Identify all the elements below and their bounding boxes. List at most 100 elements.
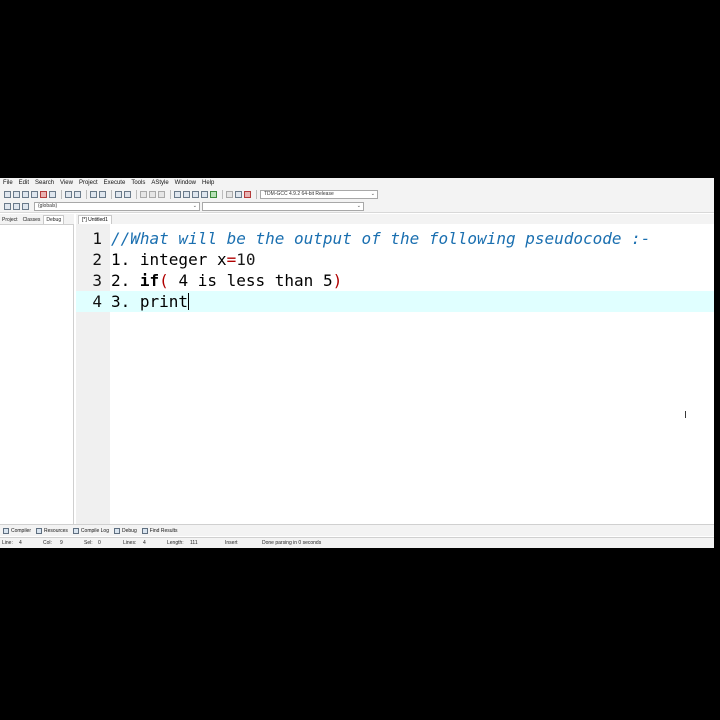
menu-execute[interactable]: Execute [104, 178, 126, 188]
code-content: 3. print [111, 292, 189, 311]
grid-icon [3, 527, 9, 534]
keyword: if [139, 271, 160, 290]
compile-run-icon[interactable] [192, 191, 199, 198]
status-sel-value: 0 [98, 540, 101, 546]
menu-project[interactable]: Project [79, 178, 98, 188]
save-all-icon[interactable] [31, 191, 38, 198]
tab-label: Compile Log [80, 527, 109, 534]
toolbar-separator [222, 190, 223, 199]
tab-label: Find Results [149, 527, 178, 534]
menu-search[interactable]: Search [35, 178, 54, 188]
open-file-icon[interactable] [13, 191, 20, 198]
status-message: Done parsing in 0 seconds [262, 540, 322, 546]
tab-compiler[interactable]: Compiler [3, 527, 32, 534]
back-icon[interactable] [140, 191, 147, 198]
menu-file[interactable]: File [3, 178, 13, 188]
unindent-icon[interactable] [124, 191, 131, 198]
operator: = [226, 250, 237, 269]
syntax-check-icon[interactable] [210, 191, 217, 198]
run-icon[interactable] [183, 191, 190, 198]
undo-icon[interactable] [65, 191, 72, 198]
chevron-down-icon: ⌄ [356, 203, 361, 209]
code-middle: 4 is less than 5 [168, 271, 333, 290]
forward-icon[interactable] [149, 191, 156, 198]
line-number: 4 [92, 292, 102, 311]
stop-icon[interactable] [226, 191, 233, 198]
toolbar-separator [86, 190, 87, 199]
scope-select[interactable]: (globals) ⌄ [34, 202, 200, 211]
replace-icon[interactable] [99, 191, 106, 198]
code-prefix: 1. integer x [111, 250, 227, 269]
tab-compile-log[interactable]: Compile Log [72, 527, 109, 534]
ibeam-cursor-icon: I [684, 410, 687, 421]
main-toolbar: TDM-GCC 4.9.2 64-bit Release ⌄ [0, 188, 714, 201]
code-text: //What will be the output of the followi… [111, 228, 650, 249]
left-panel-tabs: Project Classes Debug [0, 214, 74, 224]
function-select[interactable]: ⌄ [202, 202, 364, 211]
current-code-line[interactable]: 4 3. print [76, 291, 714, 312]
code-text: 3. print [111, 291, 190, 312]
rebuild-icon[interactable] [201, 191, 208, 198]
tab-resources[interactable]: Resources [36, 527, 68, 534]
number-literal: 10 [236, 250, 256, 269]
class-toolbar: (globals) ⌄ ⌄ [0, 201, 714, 213]
compile-icon[interactable] [174, 191, 181, 198]
line-number: 1 [92, 229, 102, 248]
compiler-select[interactable]: TDM-GCC 4.9.2 64-bit Release ⌄ [260, 190, 378, 199]
find-icon[interactable] [90, 191, 97, 198]
status-col-value: 9 [60, 540, 63, 546]
insert-icon[interactable] [4, 203, 11, 210]
tab-classes[interactable]: Classes [21, 216, 43, 224]
tab-find-results[interactable]: Find Results [141, 527, 178, 534]
code-prefix: 2. [111, 271, 140, 290]
menu-view[interactable]: View [60, 178, 73, 188]
tab-project[interactable]: Project [0, 216, 20, 224]
redo-icon[interactable] [74, 191, 81, 198]
menu-edit[interactable]: Edit [19, 178, 29, 188]
status-line-value: 4 [19, 540, 22, 546]
status-bar: Line: 4 Col: 9 Sel: 0 Lines: 4 Length: 1… [0, 537, 714, 548]
close-file-icon[interactable] [40, 191, 47, 198]
goto-bookmark-icon[interactable] [22, 203, 29, 210]
toolbar-separator [61, 190, 62, 199]
menu-help[interactable]: Help [202, 178, 214, 188]
resources-icon [36, 527, 43, 534]
code-line[interactable]: 1 //What will be the output of the follo… [76, 228, 714, 249]
find-icon [141, 527, 148, 534]
debug-icon[interactable] [235, 191, 242, 198]
code-text: 2. if( 4 is less than 5) [111, 270, 342, 291]
bottom-tabs: Compiler Resources Compile Log Debug Fin… [0, 524, 714, 536]
toolbar-separator [170, 190, 171, 199]
tab-untitled1[interactable]: [*] Untitled1 [78, 215, 112, 224]
status-length-value: 111 [190, 540, 198, 546]
code-text: 1. integer x=10 [111, 249, 256, 270]
menu-bar: File Edit Search View Project Execute To… [0, 178, 714, 188]
toggle-bookmark-icon[interactable] [13, 203, 20, 210]
toolbar-separator [136, 190, 137, 199]
tab-debug-output[interactable]: Debug [114, 527, 137, 534]
menu-tools[interactable]: Tools [131, 178, 145, 188]
left-panel [0, 224, 74, 524]
code-line[interactable]: 2 1. integer x=10 [76, 249, 714, 270]
tab-label: Compiler [11, 527, 32, 534]
status-lines-label: Lines: [123, 540, 137, 546]
profile-icon[interactable] [244, 191, 251, 198]
editor-tab-bar: [*] Untitled1 [76, 214, 714, 224]
code-line[interactable]: 3 2. if( 4 is less than 5) [76, 270, 714, 291]
status-mode: Insert [225, 540, 238, 546]
code-editor[interactable]: 1 //What will be the output of the follo… [76, 224, 714, 524]
print-icon[interactable] [49, 191, 56, 198]
indent-icon[interactable] [115, 191, 122, 198]
tab-label: Resources [44, 527, 68, 534]
status-col-label: Col: [43, 540, 52, 546]
paren-close: ) [332, 271, 343, 290]
menu-astyle[interactable]: AStyle [151, 178, 168, 188]
ide-window: File Edit Search View Project Execute To… [0, 178, 714, 548]
save-icon[interactable] [22, 191, 29, 198]
menu-window[interactable]: Window [175, 178, 196, 188]
new-file-icon[interactable] [4, 191, 11, 198]
bookmark-icon[interactable] [158, 191, 165, 198]
tab-debug[interactable]: Debug [43, 215, 65, 224]
status-length-label: Length: [167, 540, 184, 546]
check-icon [114, 527, 120, 534]
